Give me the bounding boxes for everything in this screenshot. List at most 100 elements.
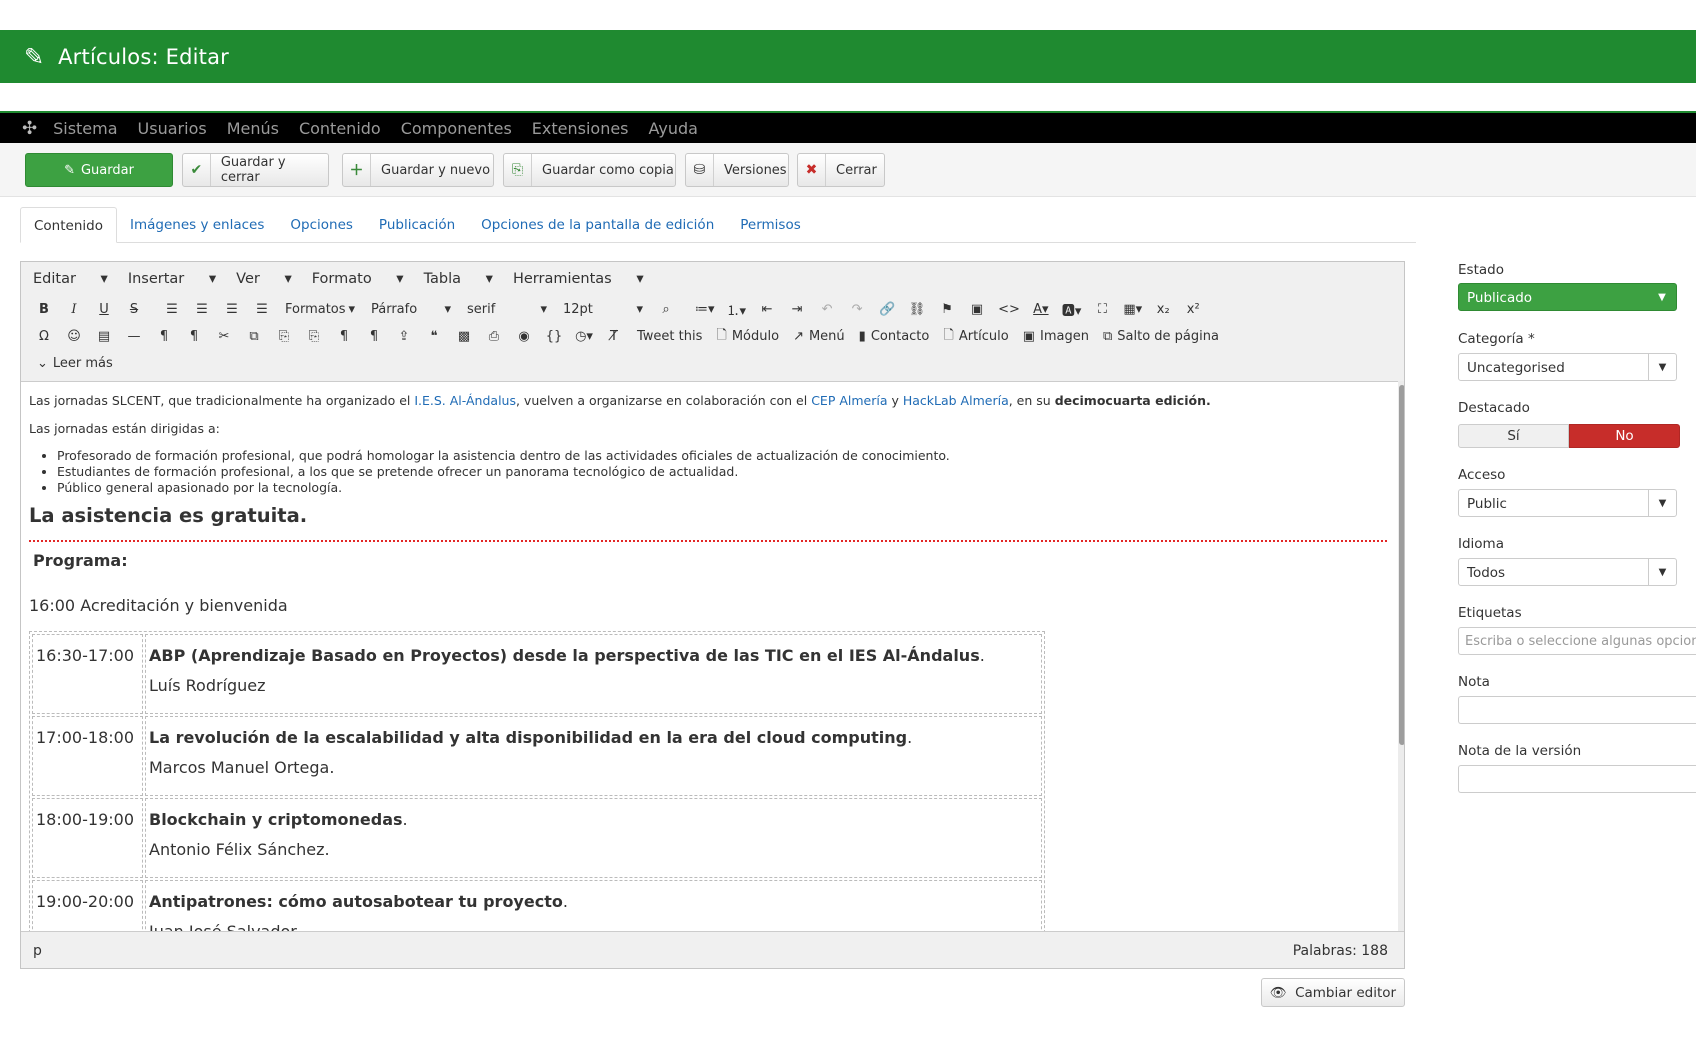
special-char-icon[interactable]: Ω (31, 325, 57, 349)
emoticons-icon[interactable]: ☺ (61, 325, 87, 349)
undo-icon[interactable]: ↶ (814, 298, 840, 322)
save-button[interactable]: ✎ Guardar (25, 153, 173, 187)
preview-icon[interactable]: ◉ (511, 325, 537, 349)
insert-datetime-icon[interactable]: ◷▾ (571, 325, 597, 349)
editor-menu-herramientas[interactable]: Herramientas ▾ (513, 271, 644, 287)
nota-version-input[interactable] (1458, 765, 1696, 793)
image-icon[interactable]: ▣ (964, 298, 990, 322)
tab-imagenes-enlaces[interactable]: Imágenes y enlaces (117, 207, 277, 243)
code-icon[interactable]: <> (994, 298, 1024, 322)
paste-text-icon[interactable]: ⎘ (301, 325, 327, 349)
formats-select[interactable]: Formatos ▾ (279, 298, 361, 322)
outdent-icon[interactable]: ⇤ (754, 298, 780, 322)
cut-icon[interactable]: ✂ (211, 325, 237, 349)
tab-publicacion[interactable]: Publicación (366, 207, 468, 243)
menu-item-sistema[interactable]: Sistema (53, 119, 117, 138)
underline-icon[interactable]: U (91, 298, 117, 322)
pagebreak-button[interactable]: ⧉ Salto de página (1097, 325, 1225, 349)
anchor-icon[interactable]: ⚑ (934, 298, 960, 322)
remove-format-icon[interactable]: T̸ (601, 325, 627, 349)
tab-opciones-pantalla[interactable]: Opciones de la pantalla de edición (468, 207, 727, 243)
tab-permisos[interactable]: Permisos (727, 207, 814, 243)
font-size-select[interactable]: 12pt ▾ (557, 298, 649, 322)
blockquote-icon[interactable]: ❝ (421, 325, 447, 349)
element-path[interactable]: p (33, 943, 42, 959)
editor-content[interactable]: Las jornadas SLCENT, que tradicionalment… (21, 381, 1398, 931)
tab-contenido[interactable]: Contenido (20, 207, 117, 243)
nota-input[interactable] (1458, 696, 1696, 724)
redo-icon[interactable]: ↷ (844, 298, 870, 322)
editor-menu-formato[interactable]: Formato ▾ (312, 271, 404, 287)
menu-item-extensiones[interactable]: Extensiones (532, 119, 629, 138)
numbered-list-icon[interactable]: ⒈▾ (723, 298, 751, 322)
fullscreen-icon[interactable]: ⛶ (1089, 298, 1115, 322)
destacado-no-button[interactable]: No (1569, 424, 1680, 448)
copy-icon[interactable]: ⧉ (241, 325, 267, 349)
joomla-logo-icon[interactable]: ✣ (22, 118, 37, 139)
etiquetas-input[interactable]: Escriba o seleccione algunas opciones (1458, 627, 1696, 655)
bold-icon[interactable]: B (31, 298, 57, 322)
menu-item-contenido[interactable]: Contenido (299, 119, 381, 138)
save-close-button[interactable]: ✔ Guardar y cerrar (182, 153, 329, 187)
media-icon[interactable]: ▤ (91, 325, 117, 349)
background-color-icon[interactable]: 🅰▾ (1058, 298, 1086, 322)
text-color-icon[interactable]: A▾ (1028, 298, 1054, 322)
paste-icon[interactable]: ⎘ (271, 325, 297, 349)
menu-item-usuarios[interactable]: Usuarios (138, 119, 207, 138)
strikethrough-icon[interactable]: S (121, 298, 147, 322)
idioma-select[interactable]: Todos ▼ (1458, 558, 1677, 586)
menu-item-menus[interactable]: Menús (227, 119, 279, 138)
acceso-select[interactable]: Public ▼ (1458, 489, 1677, 517)
block-format-select[interactable]: Párrafo ▾ (365, 298, 457, 322)
scrollbar-thumb[interactable] (1399, 385, 1404, 745)
editor-menu-editar[interactable]: Editar ▾ (33, 271, 108, 287)
editor-menu-tabla[interactable]: Tabla ▾ (424, 271, 493, 287)
unlink-icon[interactable]: ⛓ (904, 298, 930, 322)
contact-button[interactable]: ▮ Contacto (853, 325, 936, 349)
subscript-icon[interactable]: x₂ (1150, 298, 1176, 322)
link-icon[interactable]: 🔗 (874, 298, 900, 322)
superscript-icon[interactable]: x² (1180, 298, 1206, 322)
template-icon[interactable]: ▩ (451, 325, 477, 349)
horizontal-rule-icon[interactable]: — (121, 325, 147, 349)
menu-item-componentes[interactable]: Componentes (401, 119, 512, 138)
visual-blocks-icon[interactable]: ¶ (361, 325, 387, 349)
image-button[interactable]: ▣ Imagen (1017, 325, 1095, 349)
tab-opciones[interactable]: Opciones (277, 207, 366, 243)
align-right-icon[interactable]: ☰ (219, 298, 245, 322)
ltr-icon[interactable]: ¶ (151, 325, 177, 349)
module-button[interactable]: 🗋 Módulo (710, 325, 785, 349)
font-family-select[interactable]: serif ▾ (461, 298, 553, 322)
tweet-this-button[interactable]: Tweet this (631, 325, 708, 349)
hacklab-link[interactable]: HackLab Almería (903, 393, 1009, 408)
save-copy-button[interactable]: ⎘ Guardar como copia (503, 153, 676, 187)
code-sample-icon[interactable]: {} (541, 325, 567, 349)
destacado-si-button[interactable]: Sí (1458, 424, 1569, 448)
article-button[interactable]: 🗋 Artículo (937, 325, 1014, 349)
insert-file-icon[interactable]: ⇪ (391, 325, 417, 349)
indent-icon[interactable]: ⇥ (784, 298, 810, 322)
toggle-editor-button[interactable]: 👁 Cambiar editor (1261, 978, 1405, 1007)
align-left-icon[interactable]: ☰ (159, 298, 185, 322)
menu-button[interactable]: ↗ Menú (787, 325, 851, 349)
versions-button[interactable]: ⛁ Versiones (685, 153, 789, 187)
italic-icon[interactable]: I (61, 298, 87, 322)
ies-link[interactable]: I.E.S. Al-Ándalus (414, 393, 516, 408)
print-icon[interactable]: ⎙ (481, 325, 507, 349)
editor-scrollbar[interactable] (1398, 381, 1404, 931)
estado-select[interactable]: Publicado ▼ (1458, 283, 1677, 311)
find-replace-icon[interactable]: ⌕ (653, 298, 679, 322)
editor-menu-ver[interactable]: Ver ▾ (236, 271, 292, 287)
save-new-button[interactable]: ＋ Guardar y nuevo (342, 153, 494, 187)
editor-menu-insertar[interactable]: Insertar ▾ (128, 271, 216, 287)
table-icon[interactable]: ▦▾ (1119, 298, 1146, 322)
align-center-icon[interactable]: ☰ (189, 298, 215, 322)
bullet-list-icon[interactable]: ≔▾ (691, 298, 719, 322)
cep-link[interactable]: CEP Almería (811, 393, 887, 408)
rtl-icon[interactable]: ¶ (181, 325, 207, 349)
visual-chars-icon[interactable]: ¶ (331, 325, 357, 349)
readmore-button[interactable]: ⌄ Leer más (31, 352, 119, 376)
menu-item-ayuda[interactable]: Ayuda (649, 119, 698, 138)
categoria-select[interactable]: Uncategorised ▼ (1458, 353, 1677, 381)
close-button[interactable]: ✖ Cerrar (797, 153, 885, 187)
